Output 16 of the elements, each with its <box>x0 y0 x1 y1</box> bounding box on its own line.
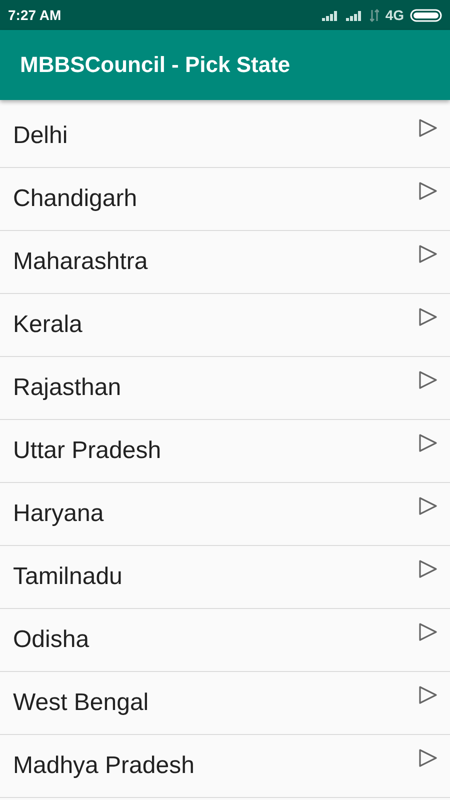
play-arrow-icon <box>418 244 438 264</box>
play-arrow-icon <box>418 181 438 201</box>
clock-time: 7:27 AM <box>8 7 62 23</box>
play-arrow-icon <box>418 307 438 327</box>
play-arrow-icon <box>418 622 438 642</box>
play-arrow-icon <box>418 370 438 390</box>
play-arrow-icon <box>418 118 438 138</box>
app-title: MBBSCouncil - Pick State <box>20 52 290 78</box>
play-arrow-icon <box>418 685 438 705</box>
data-arrows-icon <box>370 8 380 22</box>
battery-icon <box>410 8 442 22</box>
play-arrow-icon <box>418 748 438 768</box>
play-arrow-icon <box>418 496 438 516</box>
network-type: 4G <box>385 7 404 23</box>
play-arrow-icon <box>418 559 438 579</box>
play-arrow-icon <box>418 433 438 453</box>
